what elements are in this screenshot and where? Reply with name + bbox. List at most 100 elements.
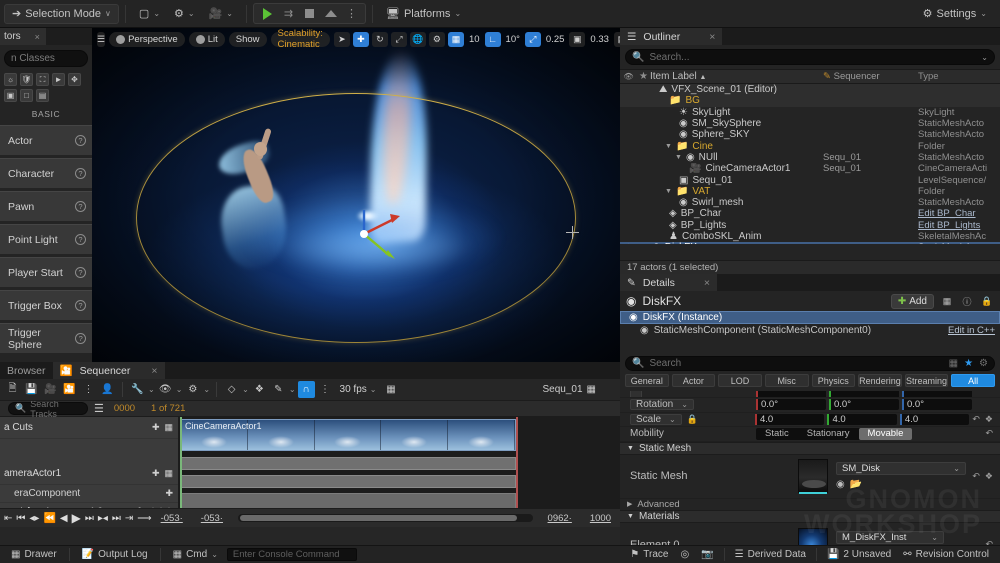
lock-icon[interactable]: 🔒	[687, 414, 698, 425]
scale-snap-value[interactable]: 0.25	[544, 34, 567, 45]
cmd-selector[interactable]: ▦ Cmd ⌄	[168, 548, 223, 562]
outliner-row-bg[interactable]: 📁 BG	[620, 95, 1000, 107]
shield-icon[interactable]: 🛡	[20, 73, 33, 86]
chevron-down-icon[interactable]: ▼	[665, 188, 672, 195]
derived-data-button[interactable]: ☰ Derived Data	[730, 548, 811, 562]
new-sequence-icon[interactable]: 🗎	[4, 381, 21, 398]
platforms-button[interactable]: 🖥 Platforms ⌄	[379, 4, 468, 24]
place-actor-item-pawn[interactable]: Pawn ?	[0, 191, 92, 221]
help-icon[interactable]: ?	[75, 234, 86, 245]
viewport-show-button[interactable]: Show	[228, 31, 267, 47]
next-key-icon[interactable]: ▸◂	[98, 513, 108, 524]
kebab-icon[interactable]: ⋮	[317, 381, 334, 398]
chevron-down-icon[interactable]: ▼	[665, 143, 672, 150]
outliner-search-input[interactable]: 🔍 Search... ⌄	[625, 49, 995, 65]
outliner-row-vat[interactable]: ▼ 📁 VAT Folder	[620, 186, 1000, 197]
track-options-icon[interactable]: ▦	[164, 422, 173, 433]
snap-settings-icon[interactable]: ⚙	[184, 381, 201, 398]
timeline-scrollbar[interactable]	[237, 514, 533, 522]
favorite-star-icon[interactable]: ★	[964, 358, 973, 369]
keyframe-icon[interactable]: ❖	[985, 471, 993, 482]
move-icon[interactable]: ✚	[352, 31, 369, 47]
world-space-icon[interactable]: 🌐	[409, 31, 426, 47]
camera-icon[interactable]: ⛶	[36, 73, 49, 86]
snap-surface-icon[interactable]: ⚙	[428, 31, 445, 47]
use-selected-asset-icon[interactable]: 📂	[850, 479, 862, 490]
save-icon[interactable]: 💾	[23, 381, 40, 398]
add-key-icon[interactable]: ✚	[165, 488, 173, 499]
location-dropdown[interactable]	[630, 391, 642, 397]
viewport-scalability-button[interactable]: Scalability: Cinematic	[270, 28, 330, 50]
outliner-row-sm-skysphere[interactable]: ◉ SM_SkySphere StaticMeshActo	[620, 118, 1000, 129]
track-cameracomponent[interactable]: eraComponent ✚	[0, 485, 178, 503]
rotation-x[interactable]: 0.0°	[756, 399, 826, 411]
outliner-row-sequ01[interactable]: ▣ Sequ_01 LevelSequence/	[620, 174, 1000, 186]
content-drawer-button[interactable]: ▦ Drawer	[6, 548, 62, 562]
filter-rendering[interactable]: Rendering	[858, 374, 902, 387]
cube-icon[interactable]: ▣	[4, 89, 17, 102]
transport-start-time[interactable]: -053·	[161, 513, 183, 524]
angle-snap-value[interactable]: 10°	[504, 34, 522, 45]
keyframe-icon[interactable]: ❖	[251, 381, 268, 398]
track-search-input[interactable]: 🔍 Search Tracks	[8, 399, 88, 419]
level-viewport[interactable]: ☰ Perspective Lit Show Scalability: Cine…	[92, 28, 620, 362]
help-icon[interactable]: ?	[75, 333, 86, 344]
close-icon[interactable]: ×	[151, 365, 157, 377]
place-actor-item-point-light[interactable]: Point Light ?	[0, 224, 92, 254]
prev-section-icon[interactable]: ⏮	[16, 513, 25, 524]
outliner-row-skylight[interactable]: ☀ SkyLight SkyLight	[620, 107, 1000, 118]
location-y[interactable]	[829, 391, 899, 397]
outliner-row-comboskl-anim[interactable]: ♟ ComboSKL_Anim SkeletalMeshAc	[620, 231, 1000, 242]
transport-end-time[interactable]: 1000	[590, 513, 611, 524]
details-component-row[interactable]: ◉ StaticMeshComponent (StaticMeshCompone…	[620, 324, 1000, 337]
help-icon[interactable]: ?	[75, 267, 86, 278]
help-icon[interactable]: ?	[75, 201, 86, 212]
chevron-down-icon[interactable]: ⌄	[203, 385, 210, 394]
curve-editor-icon[interactable]: ▦	[382, 381, 399, 398]
viewport-perspective-button[interactable]: Perspective	[109, 31, 185, 47]
grid-snap-value[interactable]: 10	[467, 34, 482, 45]
close-icon[interactable]: ×	[704, 277, 710, 289]
console-command-input[interactable]: Enter Console Command	[226, 548, 357, 561]
outliner-row-cine[interactable]: ▼ 📁 Cine Folder	[620, 140, 1000, 152]
advanced-section-header[interactable]: ▶ Advanced	[620, 499, 1000, 510]
tab-place-actors[interactable]: tors ×	[0, 28, 46, 45]
revision-control-button[interactable]: ⚯ Revision Control	[898, 548, 994, 562]
grid-snap-icon[interactable]: ▦	[447, 31, 464, 47]
eject-button[interactable]	[321, 5, 340, 22]
item-label-column[interactable]: Item Label ▲	[650, 71, 823, 82]
outliner-row-null[interactable]: ▼ ◉ NUll Sequ_01 StaticMeshActo	[620, 152, 1000, 163]
track-options-icon[interactable]: ▦	[164, 468, 173, 479]
reset-icon[interactable]: ↶	[972, 471, 980, 482]
clapper-icon[interactable]: 🎦	[61, 381, 78, 398]
help-icon[interactable]: ⓘ	[960, 294, 974, 308]
chevron-down-icon[interactable]: ▼	[675, 154, 682, 161]
filter-icon[interactable]: ☰	[94, 402, 104, 415]
mobility-stationary[interactable]: Stationary	[798, 428, 859, 440]
add-key-icon[interactable]: ✚	[152, 422, 160, 433]
outliner-row-sphere-sky[interactable]: ◉ Sphere_SKY StaticMeshActo	[620, 129, 1000, 140]
rotation-y[interactable]: 0.0°	[829, 399, 899, 411]
play-options-button[interactable]: ⋮	[342, 5, 361, 22]
location-z[interactable]	[902, 391, 972, 397]
light-icon[interactable]: ☼	[4, 73, 17, 86]
unsaved-button[interactable]: 💾 2 Unsaved	[822, 548, 896, 562]
play-icon[interactable]: ▶	[72, 511, 81, 525]
sequencer-column[interactable]: ✎ Sequencer	[823, 71, 918, 82]
chevron-down-icon[interactable]: ⌄	[148, 385, 155, 394]
outliner-tree[interactable]: ⛰ VFX_Scene_01 (Editor) 📁 BG ☀ SkyLight …	[620, 84, 1000, 244]
outliner-row-swirl-mesh[interactable]: ◉ Swirl_mesh StaticMeshActo	[620, 197, 1000, 208]
transport-end-view[interactable]: 0962·	[548, 513, 572, 524]
scale-snap-icon[interactable]: ⤢	[524, 31, 541, 47]
camera-cut-clip[interactable]: CineCameraActor1	[180, 419, 516, 451]
play-button[interactable]	[258, 5, 277, 22]
keyframe-icon[interactable]: ❖	[985, 414, 993, 425]
track-section-bar[interactable]	[180, 475, 516, 488]
track-cinecameraactor1[interactable]: ameraActor1 ✚ ▦	[0, 463, 178, 485]
details-search-input[interactable]: 🔍 Search ▦ ★ ⚙	[625, 356, 995, 371]
key-icon[interactable]: ◇	[223, 381, 240, 398]
filter-streaming[interactable]: Streaming	[904, 374, 949, 387]
output-log-button[interactable]: 📝 Output Log	[77, 548, 153, 562]
rotation-dropdown[interactable]: Rotation ⌄	[630, 399, 694, 411]
plane-icon[interactable]: □	[20, 89, 33, 102]
